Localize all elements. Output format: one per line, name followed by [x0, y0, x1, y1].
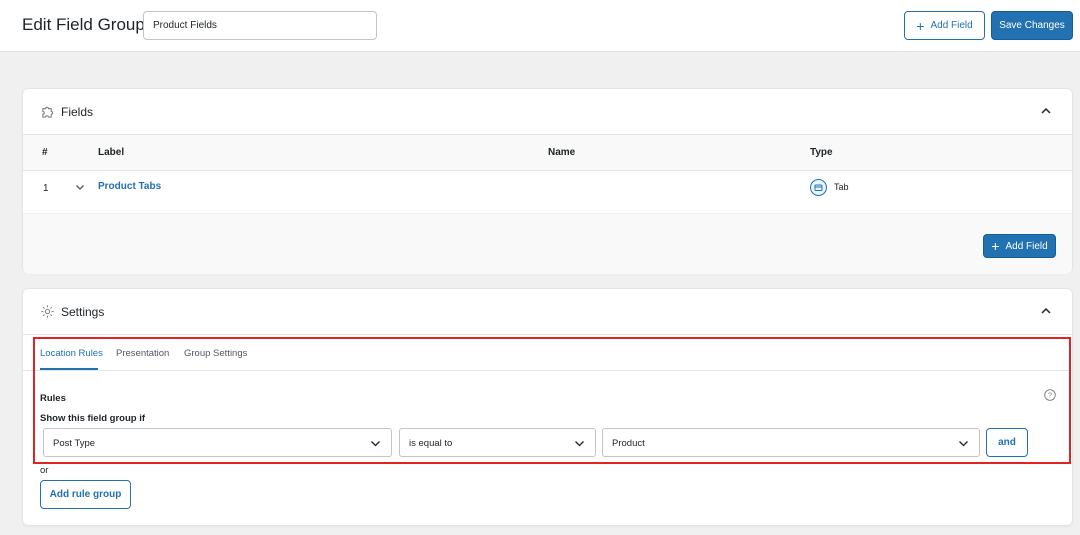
- rule-param-value: Post Type: [53, 438, 96, 449]
- fields-table-footer: + Add Field: [23, 213, 1072, 274]
- settings-panel: Settings Location Rules Presentation Gro…: [22, 288, 1073, 526]
- svg-text:?: ?: [1048, 391, 1052, 400]
- fields-panel: Fields # Label Name Type 1 Product Tabs …: [22, 88, 1073, 274]
- help-icon[interactable]: ?: [1044, 389, 1056, 401]
- fields-panel-header[interactable]: Fields: [23, 89, 1072, 135]
- rule-value-value: Product: [612, 438, 645, 449]
- column-header-label: Label: [98, 147, 125, 158]
- chevron-up-icon[interactable]: [1040, 305, 1052, 317]
- rule-param-select[interactable]: Post Type: [43, 428, 392, 457]
- table-row[interactable]: 1 Product Tabs Tab: [23, 171, 1072, 213]
- rules-label: Rules: [40, 393, 66, 404]
- show-if-label: Show this field group if: [40, 413, 146, 424]
- active-tab-indicator: [40, 368, 98, 370]
- add-field-label: Add Field: [1005, 240, 1048, 252]
- fields-table-header: # Label Name Type: [23, 135, 1072, 171]
- settings-panel-title: Settings: [61, 305, 105, 319]
- chevron-down-icon: [371, 441, 380, 447]
- field-group-title-input[interactable]: [143, 11, 377, 40]
- chevron-down-icon: [959, 441, 968, 447]
- puzzle-icon: [42, 106, 54, 118]
- field-type: Tab: [834, 182, 849, 192]
- add-field-button-bottom[interactable]: + Add Field: [983, 234, 1056, 258]
- page-title: Edit Field Group: [22, 15, 145, 34]
- add-field-button-top[interactable]: + Add Field: [904, 11, 985, 40]
- rule-value-select[interactable]: Product: [602, 428, 980, 457]
- and-button[interactable]: and: [986, 428, 1028, 457]
- tab-type-icon: [810, 179, 827, 196]
- add-field-label: Add Field: [930, 20, 973, 31]
- tab-location-rules[interactable]: Location Rules: [40, 348, 103, 359]
- column-header-name: Name: [548, 147, 576, 158]
- save-changes-button[interactable]: Save Changes: [991, 11, 1073, 40]
- top-bar: Edit Field Group + Add Field Save Change…: [0, 0, 1080, 52]
- gear-icon: [41, 305, 54, 318]
- column-header-index: #: [42, 147, 48, 158]
- chevron-up-icon[interactable]: [1040, 105, 1052, 117]
- rule-operator-value: is equal to: [409, 438, 453, 449]
- tab-presentation[interactable]: Presentation: [116, 348, 169, 359]
- settings-tabs: Location Rules Presentation Group Settin…: [23, 335, 1072, 371]
- chevron-down-icon[interactable]: [75, 182, 85, 192]
- rule-operator-select[interactable]: is equal to: [399, 428, 596, 457]
- or-label: or: [40, 465, 49, 476]
- plus-icon: +: [991, 238, 1000, 254]
- tab-group-settings[interactable]: Group Settings: [184, 348, 247, 359]
- field-label-link[interactable]: Product Tabs: [98, 181, 161, 192]
- column-header-type: Type: [810, 147, 833, 158]
- settings-panel-header[interactable]: Settings: [23, 289, 1072, 335]
- add-rule-group-button[interactable]: Add rule group: [40, 480, 131, 509]
- chevron-down-icon: [575, 441, 584, 447]
- fields-panel-title: Fields: [61, 105, 94, 119]
- save-changes-label: Save Changes: [999, 20, 1065, 31]
- row-index: 1: [43, 183, 49, 194]
- plus-icon: +: [916, 17, 925, 34]
